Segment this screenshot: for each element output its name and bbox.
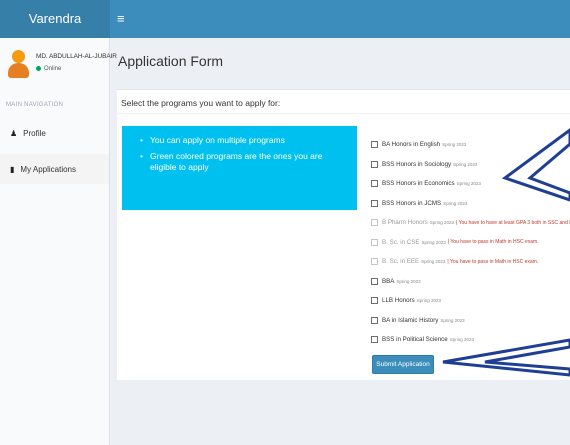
avatar [8,50,29,78]
program-option[interactable]: BSS Honors in Sociology Spring 2023 [371,155,570,175]
document-icon: ▮ [10,164,15,174]
program-name: BA in Islamic History [382,316,439,324]
program-name: BSS in Political Science [382,336,448,344]
program-checkbox [371,258,378,266]
sidebar-item-label: My Applications [20,164,76,174]
user-status: Online [36,66,61,72]
program-term: Spring 2023 [440,317,465,323]
divider [117,113,570,114]
form-prompt: Select the programs you want to apply fo… [121,98,281,108]
program-checkbox[interactable] [371,336,378,344]
program-term: Spring 2023 [421,239,446,245]
program-term: Spring 2023 [442,142,467,148]
program-checkbox [371,219,378,227]
program-term: Spring 2023 [421,259,446,265]
program-name: B. Sc. in CSE [382,238,420,246]
submit-application-button[interactable]: Submit Application [372,355,434,374]
program-option: B. Sc. in CSE Spring 2023 | You have to pa… [371,233,570,253]
program-term: Spring 2023 [396,278,421,284]
program-name: BSS Honors in Economics [382,180,455,188]
eligibility-error: | You have to pass in Math in HSC exam. [447,239,539,246]
online-status-icon [36,66,41,71]
program-term: Spring 2023 [449,337,474,343]
user-icon: ♟ [10,128,18,138]
program-checkbox[interactable] [371,141,378,149]
program-term: Spring 2023 [443,200,468,206]
program-term: Spring 2023 [416,298,441,304]
info-callout: You can apply on multiple programs Green… [122,126,357,210]
eligibility-error: | You have to have at least GPA 3 both i… [456,219,570,226]
sidebar-item-my-applications[interactable]: ▮ My Applications [0,154,109,184]
program-name: BSS Honors in Sociology [382,160,452,168]
sidebar-item-profile[interactable]: ♟ Profile [0,118,109,148]
program-option[interactable]: LLB Honors Spring 2023 [371,291,570,311]
hamburger-icon[interactable]: ≡ [117,0,125,38]
program-option[interactable]: BSS in Political Science Spring 2023 [371,330,570,350]
program-option[interactable]: BBA Spring 2023 [371,272,570,292]
program-name: BBA [382,277,395,285]
program-checkbox[interactable] [371,180,378,188]
program-option[interactable]: BA in Islamic History Spring 2023 [371,311,570,331]
program-checkbox[interactable] [371,277,378,285]
eligibility-error: | You have to pass in Math in HSC exam. [447,258,539,265]
program-name: BSS Honors in JCMS [382,199,442,207]
program-name: LLB Honors [382,297,415,305]
app-logo[interactable]: Varendra [0,0,110,38]
program-option[interactable]: BSS Honors in Economics Spring 2023 [371,174,570,194]
program-term: Spring 2023 [429,220,455,226]
nav-header: MAIN NAVIGATION [6,102,64,108]
user-status-label: Online [44,66,62,73]
program-option: B. Sc. in EEE Spring 2023 | You have to pa… [371,252,570,272]
application-form-box: Select the programs you want to apply fo… [117,89,570,380]
program-name: BA Honors in English [382,141,441,149]
info-item: Green colored programs are the ones you … [140,151,347,173]
info-item: You can apply on multiple programs [140,135,347,146]
program-checkbox[interactable] [371,160,378,168]
program-name: B. Sc. in EEE [382,258,420,266]
user-name: MD. ABDULLAH-AL-JUBAIR [36,53,117,60]
program-list: BA Honors in English Spring 2023 BSS Honor… [371,135,570,350]
program-term: Spring 2023 [456,181,481,187]
program-option: B Pharm Honors Spring 2023 | You have to h… [371,213,570,233]
program-checkbox[interactable] [371,297,378,305]
program-term: Spring 2023 [453,161,478,167]
program-option[interactable]: BSS Honors in JCMS Spring 2023 [371,194,570,214]
page-title: Application Form [118,53,224,69]
program-checkbox [371,238,378,246]
sidebar-item-label: Profile [23,128,46,138]
program-checkbox[interactable] [371,316,378,324]
sidebar: MD. ABDULLAH-AL-JUBAIR Online MAIN NAVIG… [0,38,117,445]
program-option[interactable]: BA Honors in English Spring 2023 [371,135,570,155]
program-checkbox[interactable] [371,199,378,207]
program-name: B Pharm Honors [382,219,428,227]
top-navbar: Varendra ≡ [0,0,570,38]
